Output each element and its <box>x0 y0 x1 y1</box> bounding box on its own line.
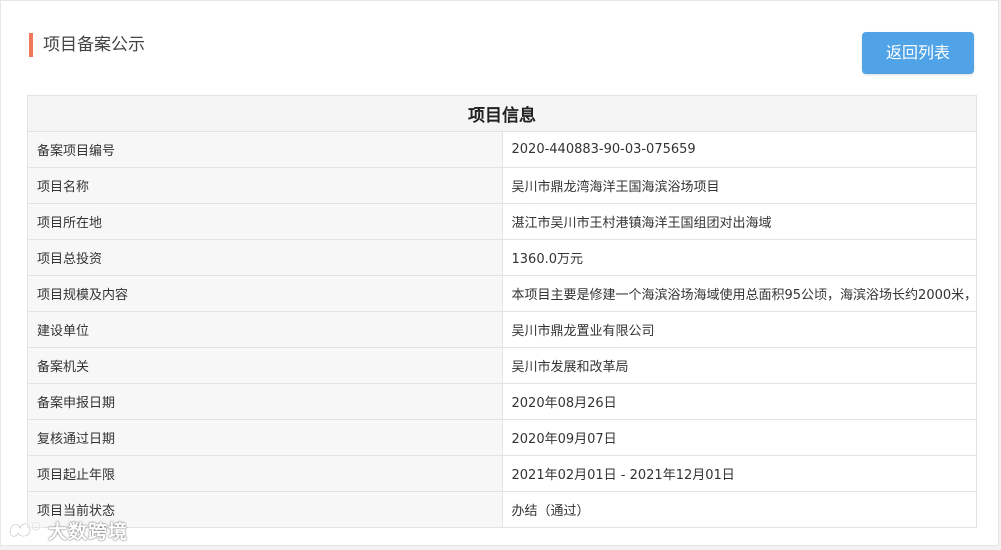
row-value: 吴川市鼎龙置业有限公司 <box>501 311 977 348</box>
row-label: 备案申报日期 <box>27 383 503 420</box>
row-value: 吴川市发展和改革局 <box>501 347 977 384</box>
section-header: 项目备案公示 <box>29 33 145 57</box>
table-row: 项目所在地 湛江市吴川市王村港镇海洋王国组团对出海域 <box>27 203 977 240</box>
row-value: 2020-440883-90-03-075659 <box>501 131 977 168</box>
row-label: 备案机关 <box>27 347 503 384</box>
watermark: 大数跨境 <box>6 516 128 544</box>
table-row: 项目总投资 1360.0万元 <box>27 239 977 276</box>
row-label: 建设单位 <box>27 311 503 348</box>
table-row: 复核通过日期 2020年09月07日 <box>27 419 977 456</box>
table-row: 项目名称 吴川市鼎龙湾海洋王国海滨浴场项目 <box>27 167 977 204</box>
row-value: 2020年08月26日 <box>501 383 977 420</box>
watermark-text: 大数跨境 <box>48 520 129 543</box>
row-label: 项目起止年限 <box>27 455 503 492</box>
row-value: 湛江市吴川市王村港镇海洋王国组团对出海域 <box>501 203 977 240</box>
row-label: 复核通过日期 <box>27 419 503 456</box>
table-row: 项目起止年限 2021年02月01日 - 2021年12月01日 <box>27 455 977 492</box>
row-label: 项目所在地 <box>27 203 503 240</box>
page-title: 项目备案公示 <box>43 35 145 55</box>
table-row: 备案项目编号 2020-440883-90-03-075659 <box>27 131 977 168</box>
row-value: 2020年09月07日 <box>501 419 977 456</box>
row-value: 办结（通过） <box>501 491 977 528</box>
table-row: 备案机关 吴川市发展和改革局 <box>27 347 977 384</box>
table-row: 项目规模及内容 本项目主要是修建一个海滨浴场海域使用总面积95公顷，海滨浴场长约… <box>27 275 977 312</box>
page-container: 项目备案公示 返回列表 项目信息 备案项目编号 2020-440883-90-0… <box>0 0 999 546</box>
row-label: 项目总投资 <box>27 239 503 276</box>
table-title-row: 项目信息 <box>27 95 977 132</box>
row-label: 备案项目编号 <box>27 131 503 168</box>
row-value: 本项目主要是修建一个海滨浴场海域使用总面积95公顷，海滨浴场长约2000米，宽5… <box>501 275 977 312</box>
title-accent-bar <box>29 33 33 57</box>
row-label: 项目名称 <box>27 167 503 204</box>
project-info-table: 项目信息 备案项目编号 2020-440883-90-03-075659 项目名… <box>27 95 977 528</box>
back-to-list-button[interactable]: 返回列表 <box>862 32 974 74</box>
row-value: 吴川市鼎龙湾海洋王国海滨浴场项目 <box>501 167 977 204</box>
row-value: 2021年02月01日 - 2021年12月01日 <box>501 455 977 492</box>
table-title: 项目信息 <box>27 95 977 132</box>
watermark-logo-icon <box>8 521 41 538</box>
table-row: 建设单位 吴川市鼎龙置业有限公司 <box>27 311 977 348</box>
row-label: 项目规模及内容 <box>27 275 503 312</box>
row-value: 1360.0万元 <box>501 239 977 276</box>
table-row: 项目当前状态 办结（通过） <box>27 491 977 528</box>
table-row: 备案申报日期 2020年08月26日 <box>27 383 977 420</box>
